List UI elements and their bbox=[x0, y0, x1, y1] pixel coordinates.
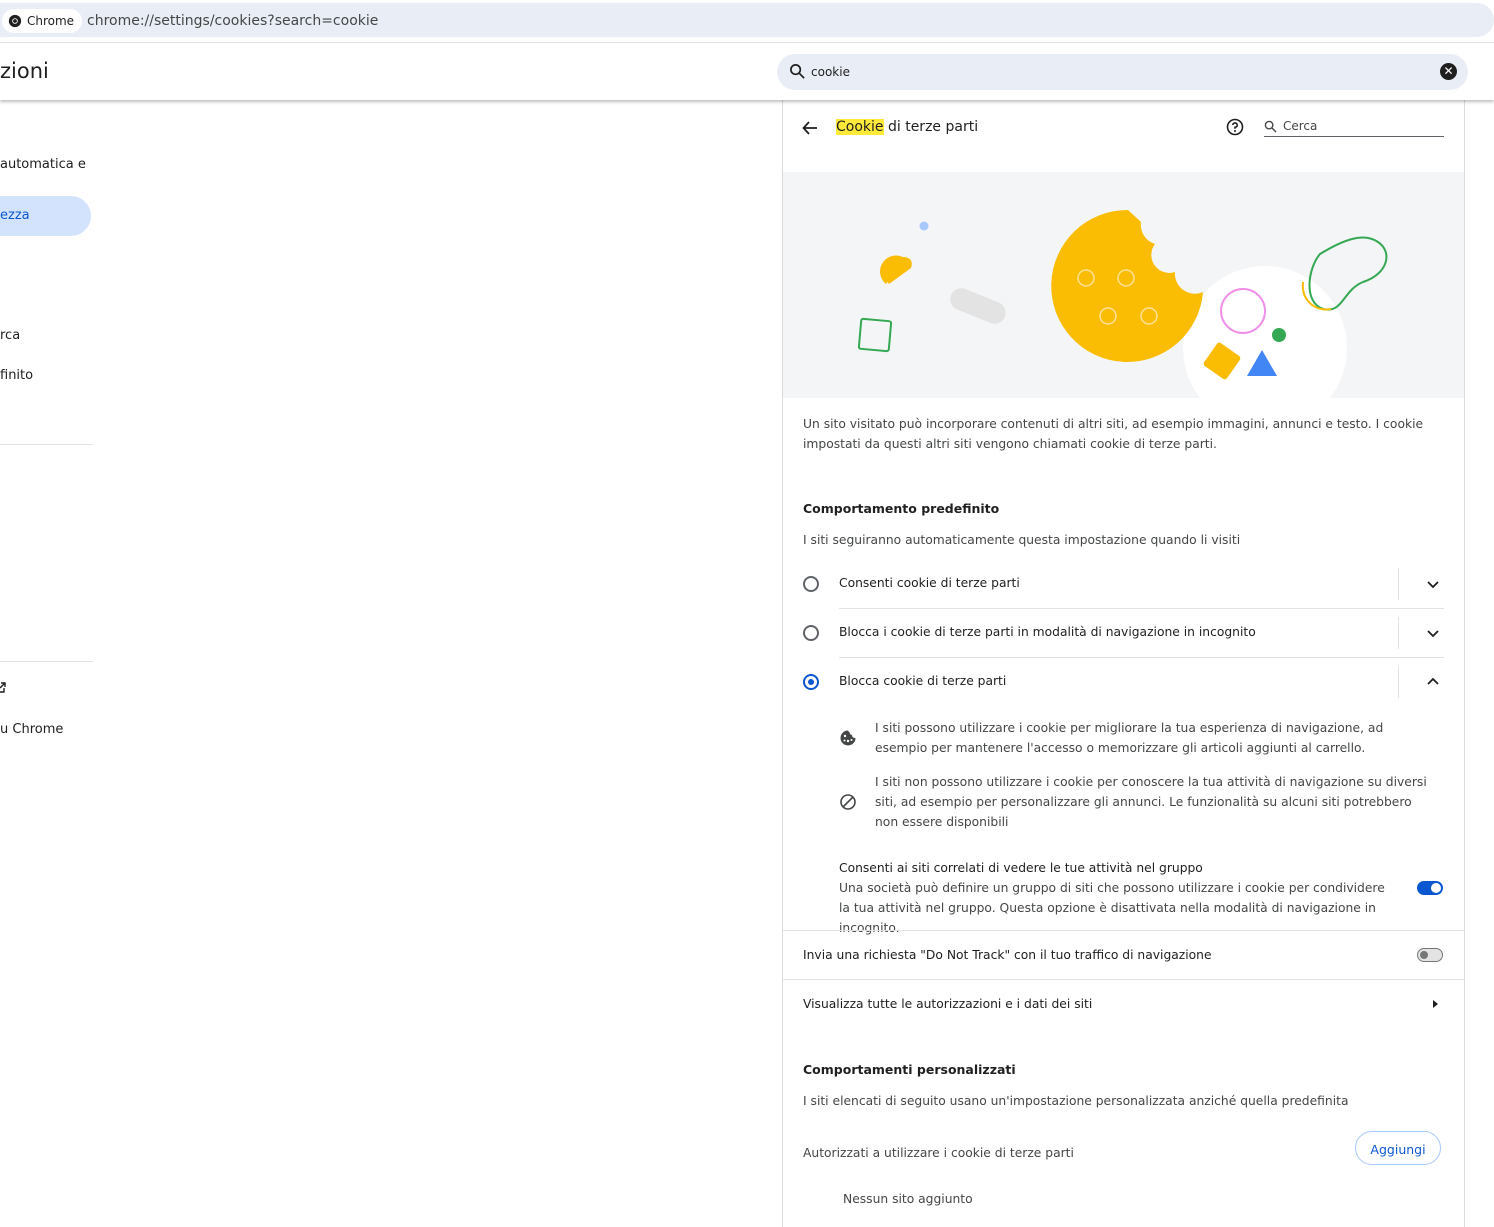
cookies-illustration bbox=[783, 172, 1464, 430]
section-divider bbox=[783, 979, 1464, 980]
title-highlight: Cookie bbox=[836, 119, 884, 135]
back-arrow-icon[interactable] bbox=[801, 119, 819, 137]
radio-allow[interactable] bbox=[803, 576, 819, 592]
sidebar-item-search[interactable]: rca bbox=[0, 328, 20, 343]
related-sites-title: Consenti ai siti correlati di vedere le … bbox=[839, 861, 1203, 875]
settings-header: zioni cookie ✕ bbox=[0, 44, 1494, 100]
search-icon bbox=[1264, 120, 1277, 133]
help-icon[interactable] bbox=[1226, 118, 1244, 136]
sidebar-divider bbox=[0, 444, 93, 445]
cookies-settings-card: Cookie di terze parti Cerca Un sito visi… bbox=[782, 100, 1465, 1227]
omnibox[interactable]: Chrome chrome://settings/cookies?search=… bbox=[0, 3, 1494, 37]
chevron-down-icon[interactable] bbox=[1425, 625, 1441, 641]
row-separator bbox=[1398, 617, 1399, 649]
sidebar-item-autofill[interactable]: automatica e bbox=[0, 157, 86, 172]
external-link-icon[interactable] bbox=[0, 682, 6, 694]
clear-search-icon[interactable]: ✕ bbox=[1440, 63, 1457, 80]
option-label: Blocca cookie di terze parti bbox=[839, 674, 1007, 688]
chevron-up-icon[interactable] bbox=[1425, 674, 1441, 690]
subpage-header: Cookie di terze parti Cerca bbox=[783, 100, 1464, 156]
subpage-search-input[interactable]: Cerca bbox=[1283, 119, 1317, 133]
sidebar: automatica e ezza rca finito u Chrome bbox=[0, 100, 100, 800]
radio-block-third-party[interactable] bbox=[803, 674, 819, 690]
option-label: Blocca i cookie di terze parti in modali… bbox=[839, 625, 1256, 639]
option-block-incognito[interactable]: Blocca i cookie di terze parti in modali… bbox=[783, 609, 1464, 657]
url-text[interactable]: chrome://settings/cookies?search=cookie bbox=[87, 13, 378, 29]
subpage-search[interactable]: Cerca bbox=[1264, 118, 1444, 137]
section-divider bbox=[783, 930, 1464, 931]
do-not-track-toggle[interactable] bbox=[1417, 948, 1443, 962]
chip-label: Chrome bbox=[27, 14, 75, 28]
detail-text: I siti non possono utilizzare i cookie p… bbox=[875, 775, 1427, 829]
block-icon bbox=[840, 794, 856, 810]
related-sites-setting: Consenti ai siti correlati di vedere le … bbox=[839, 858, 1399, 938]
search-icon bbox=[790, 64, 805, 79]
sidebar-item-privacy[interactable]: ezza bbox=[0, 208, 30, 223]
option-allow-third-party[interactable]: Consenti cookie di terze parti bbox=[783, 560, 1464, 608]
sidebar-item-default-browser[interactable]: finito bbox=[0, 368, 33, 383]
cookie-banner-image bbox=[857, 209, 1388, 430]
default-behavior-title: Comportamento predefinito bbox=[803, 501, 1000, 516]
subpage-title: Cookie di terze parti bbox=[836, 119, 978, 135]
row-separator bbox=[1398, 666, 1399, 698]
radio-block-incognito[interactable] bbox=[803, 625, 819, 641]
related-sites-toggle[interactable] bbox=[1417, 881, 1443, 895]
default-behavior-subtitle: I siti seguiranno automaticamente questa… bbox=[803, 533, 1241, 547]
cookie-icon bbox=[840, 730, 856, 746]
search-input[interactable]: cookie bbox=[811, 65, 850, 79]
custom-behaviors-subtitle: I siti elencati di seguito usano un'impo… bbox=[803, 1094, 1349, 1108]
option-label: Consenti cookie di terze parti bbox=[839, 576, 1020, 590]
do-not-track-label: Invia una richiesta "Do Not Track" con i… bbox=[803, 948, 1212, 962]
intro-text: Un sito visitato può incorporare contenu… bbox=[803, 417, 1424, 451]
title-rest: di terze parti bbox=[883, 119, 979, 135]
arrow-right-icon[interactable] bbox=[1433, 1000, 1438, 1008]
settings-search[interactable]: cookie ✕ bbox=[777, 54, 1468, 90]
related-sites-description: Una società può definire un gruppo di si… bbox=[839, 881, 1385, 935]
chevron-down-icon[interactable] bbox=[1425, 576, 1441, 592]
row-separator bbox=[1398, 568, 1399, 600]
chrome-chip[interactable]: Chrome bbox=[2, 9, 83, 33]
sidebar-item-about-chrome[interactable]: u Chrome bbox=[0, 722, 63, 737]
chrome-logo-icon bbox=[8, 14, 22, 28]
add-site-button[interactable]: Aggiungi bbox=[1355, 1131, 1441, 1165]
browser-toolbar: Chrome chrome://settings/cookies?search=… bbox=[0, 0, 1494, 43]
empty-list-text: Nessun sito aggiunto bbox=[843, 1192, 973, 1206]
all-site-data-link[interactable]: Visualizza tutte le autorizzazioni e i d… bbox=[803, 997, 1092, 1011]
allowed-sites-label: Autorizzati a utilizzare i cookie di ter… bbox=[803, 1146, 1074, 1160]
detail-text: I siti possono utilizzare i cookie per m… bbox=[875, 721, 1384, 755]
option-block-third-party[interactable]: Blocca cookie di terze parti bbox=[783, 658, 1464, 706]
sidebar-divider bbox=[0, 661, 93, 662]
page-title: zioni bbox=[0, 59, 49, 83]
custom-behaviors-title: Comportamenti personalizzati bbox=[803, 1062, 1016, 1077]
